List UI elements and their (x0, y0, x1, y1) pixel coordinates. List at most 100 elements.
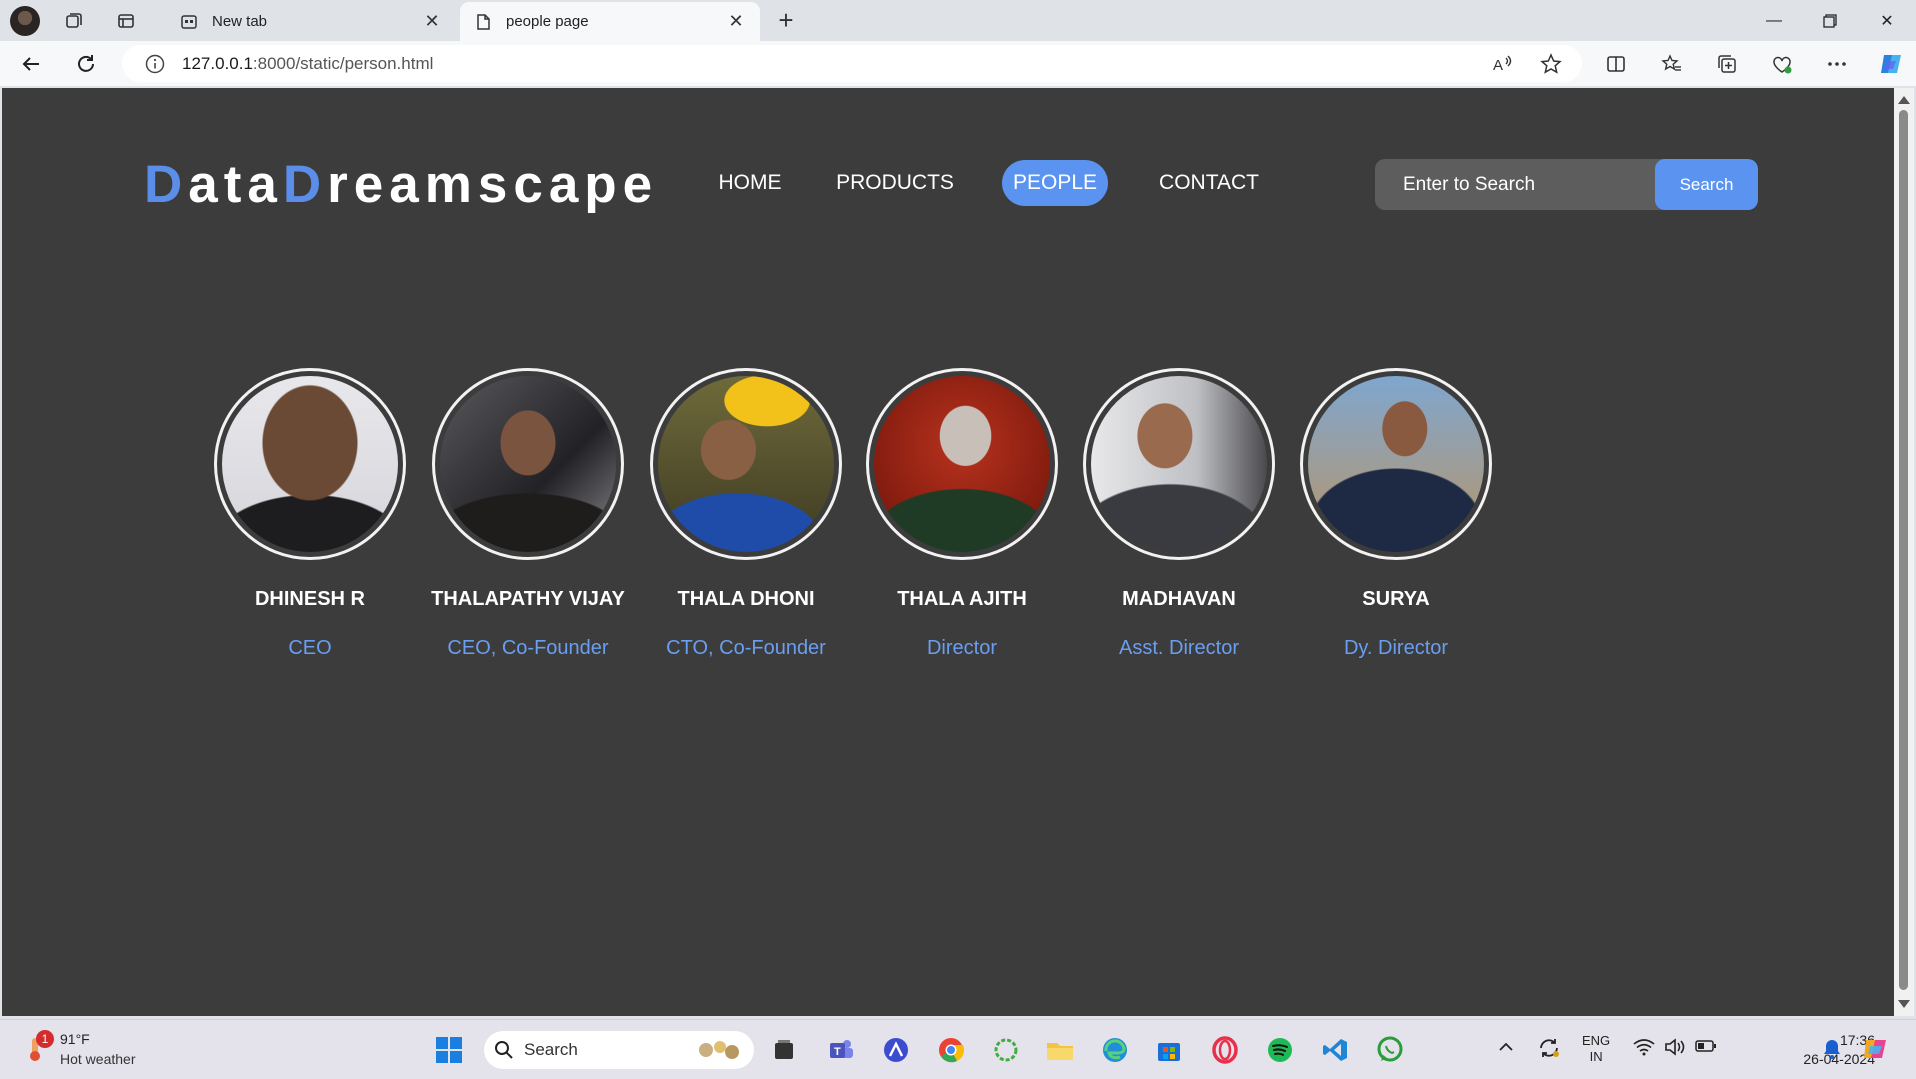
page-scrollbar[interactable] (1894, 88, 1914, 1016)
person-role: CTO, Co-Founder (666, 637, 826, 659)
logo-letter-d: D (144, 155, 189, 214)
person-photo (1300, 368, 1492, 560)
tab-people-page[interactable]: people page ✕ (460, 2, 760, 41)
favorite-star-icon[interactable] (1534, 48, 1568, 80)
teams-icon[interactable]: T (823, 1032, 859, 1068)
person-role: CEO, Co-Founder (447, 637, 609, 659)
language-region: IN (1589, 1049, 1603, 1064)
person-photo (214, 368, 406, 560)
workspaces-icon[interactable] (61, 9, 87, 33)
microsoft-store-icon[interactable] (1151, 1032, 1187, 1068)
person-card: THALAPATHY VIJAY CEO, Co-Founder (418, 368, 638, 660)
person-role: Dy. Director (1343, 637, 1449, 659)
person-role: Asst. Director (1118, 637, 1240, 659)
profile-avatar[interactable] (10, 6, 40, 36)
favorites-icon[interactable] (1655, 48, 1689, 80)
address-bar[interactable]: 127.0.0.1:8000/static/person.html (122, 45, 1582, 82)
read-aloud-icon[interactable]: A (1485, 48, 1519, 80)
more-options-icon[interactable] (1820, 48, 1854, 80)
nav-people[interactable]: PEOPLE (1002, 160, 1108, 206)
person-name: THALA DHONI (677, 588, 815, 610)
notification-bell-icon[interactable] (1822, 1038, 1842, 1063)
logo-text-reamscape: reamscape (327, 155, 659, 214)
language-code: ENG (1582, 1033, 1611, 1048)
task-view-icon[interactable] (766, 1032, 802, 1068)
tab-label: people page (506, 13, 589, 30)
person-name: MADHAVAN (1122, 588, 1236, 610)
nav-home[interactable]: HOME (704, 160, 796, 206)
windows-taskbar: 1 91°F Hot weather Search T ENG IN 17:36… (0, 1019, 1916, 1079)
spotify-icon[interactable] (1262, 1032, 1298, 1068)
wifi-icon[interactable] (1633, 1038, 1655, 1059)
browser-essentials-icon[interactable] (1765, 48, 1799, 80)
person-name: SURYA (1362, 588, 1430, 610)
volume-icon[interactable] (1664, 1038, 1686, 1059)
refresh-icon[interactable] (68, 47, 104, 81)
file-explorer-icon[interactable] (1042, 1032, 1078, 1068)
url-path: :8000/static/person.html (252, 53, 434, 73)
tab-actions-icon[interactable] (113, 9, 139, 33)
person-card: SURYA Dy. Director (1286, 368, 1506, 660)
nav-products[interactable]: PRODUCTS (828, 160, 962, 206)
weather-description: Hot weather (60, 1051, 136, 1067)
svg-text:T: T (834, 1046, 841, 1058)
edge-icon[interactable] (1097, 1032, 1133, 1068)
battery-icon[interactable] (1695, 1039, 1717, 1056)
tab-new-tab[interactable]: New tab ✕ (166, 2, 456, 41)
site-search-input[interactable] (1375, 159, 1655, 210)
search-icon (495, 1041, 513, 1059)
minimize-icon[interactable]: — (1751, 6, 1797, 36)
arc-app-icon[interactable] (878, 1032, 914, 1068)
person-photo (866, 368, 1058, 560)
split-screen-icon[interactable] (1599, 48, 1633, 80)
new-tab-button[interactable]: + (771, 7, 801, 35)
close-tab-icon[interactable]: ✕ (726, 11, 746, 32)
scroll-down-icon[interactable] (1898, 1000, 1910, 1008)
close-window-icon[interactable]: ✕ (1864, 6, 1910, 36)
person-photo (432, 368, 624, 560)
person-role: Director (926, 637, 997, 659)
logo-text-ata: ata (188, 155, 283, 214)
collections-icon[interactable] (1710, 48, 1744, 80)
scroll-thumb[interactable] (1899, 110, 1908, 990)
weather-temperature: 91°F (60, 1031, 90, 1047)
site-logo[interactable]: DataDreamscape (144, 154, 658, 215)
scroll-up-icon[interactable] (1898, 96, 1910, 104)
page-favicon-icon (477, 13, 490, 30)
person-card: THALA DHONI CTO, Co-Founder (636, 368, 856, 660)
browser-titlebar: New tab ✕ people page ✕ + — ✕ (0, 0, 1916, 41)
person-photo (1083, 368, 1275, 560)
chrome-icon[interactable] (933, 1032, 969, 1068)
windows-start-icon[interactable] (431, 1032, 467, 1068)
copilot-icon[interactable] (1874, 48, 1908, 80)
vscode-icon[interactable] (1317, 1032, 1353, 1068)
sync-icon[interactable] (1537, 1036, 1561, 1063)
restore-icon[interactable] (1807, 6, 1853, 36)
language-indicator[interactable]: ENG IN (1582, 1033, 1610, 1065)
weather-alert-badge: 1 (36, 1030, 54, 1048)
logo-letter-d-2: D (282, 155, 328, 214)
site-search: Search (1375, 159, 1758, 210)
svg-text:A: A (1493, 57, 1503, 74)
tray-overflow-icon[interactable] (1498, 1040, 1514, 1055)
taskbar-search[interactable]: Search (484, 1031, 754, 1069)
person-name: DHINESH R (254, 588, 365, 610)
opera-icon[interactable] (1207, 1032, 1243, 1068)
site-search-button[interactable]: Search (1655, 159, 1758, 210)
taskbar-search-label: Search (524, 1040, 578, 1059)
copilot-taskbar-icon[interactable] (1861, 1034, 1891, 1067)
back-icon[interactable] (13, 47, 49, 81)
browser-toolbar: 127.0.0.1:8000/static/person.html A (0, 41, 1916, 86)
nav-contact[interactable]: CONTACT (1150, 160, 1268, 206)
person-photo (650, 368, 842, 560)
close-tab-icon[interactable]: ✕ (422, 11, 442, 32)
person-role: CEO (288, 637, 332, 659)
green-ring-app-icon[interactable] (988, 1032, 1024, 1068)
search-highlight-icon (699, 1041, 739, 1059)
whatsapp-icon[interactable] (1372, 1032, 1408, 1068)
person-name: THALA AJITH (897, 588, 1027, 610)
person-card: MADHAVAN Asst. Director (1069, 368, 1289, 660)
site-info-icon[interactable] (144, 53, 166, 75)
new-tab-favicon-icon (181, 14, 197, 29)
url-host: 127.0.0.1 (182, 53, 253, 73)
